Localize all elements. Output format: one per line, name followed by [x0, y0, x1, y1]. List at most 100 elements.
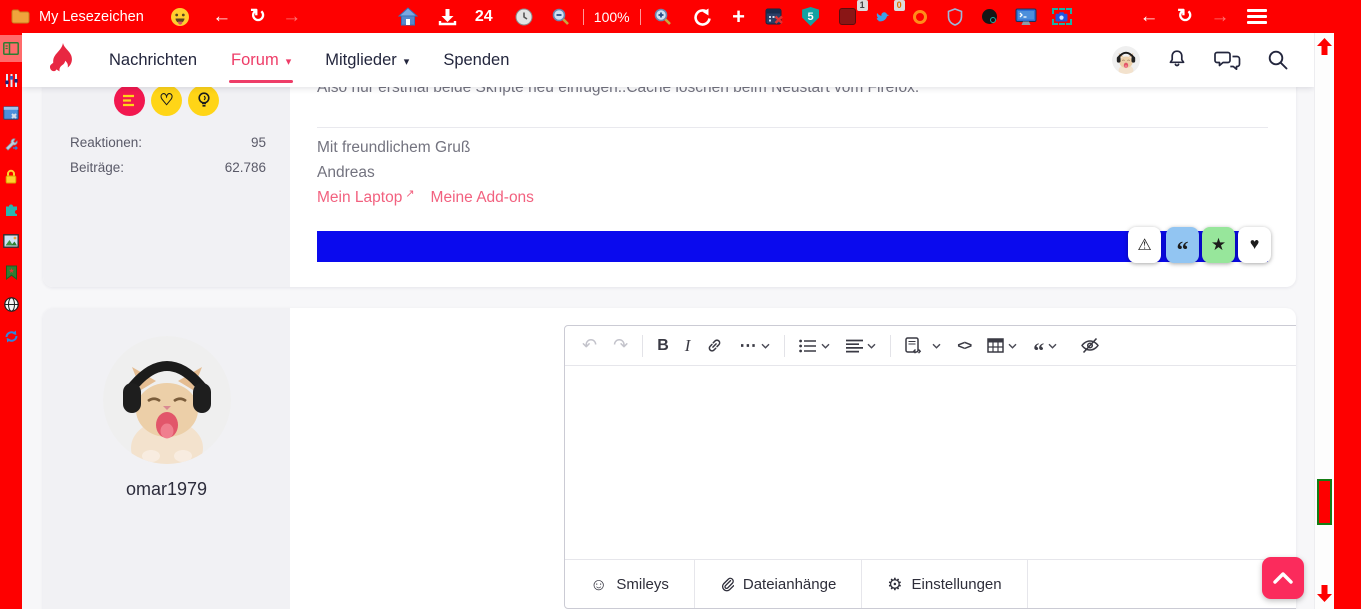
session-restore-icon[interactable]: [690, 3, 714, 31]
italic-icon: I: [684, 335, 691, 355]
forward-icon-right[interactable]: →: [1208, 3, 1232, 31]
reload-icon-right[interactable]: ↻: [1173, 3, 1197, 31]
page-scrollbar[interactable]: [1314, 33, 1334, 609]
inline-code-button[interactable]: <>: [950, 334, 978, 357]
privacy-possum-icon[interactable]: [978, 3, 1002, 31]
puzzle-addon-icon[interactable]: [0, 195, 22, 222]
tab-label: Einstellungen: [911, 575, 1002, 593]
redo-button[interactable]: ↷: [606, 331, 635, 360]
chevron-down-icon: [821, 343, 830, 349]
forum-navbar: Nachrichten Forum ▾ Mitglieder ▾ Spenden: [22, 33, 1314, 87]
post-author-panel: ♡ Reaktionen: 95 Beiträge: 62.786: [43, 73, 290, 287]
tab-count-label[interactable]: 24: [472, 3, 496, 31]
back-icon[interactable]: ←: [210, 3, 234, 31]
nav-item-mitglieder[interactable]: Mitglieder ▾: [325, 33, 409, 87]
notifications-bell-icon[interactable]: [1165, 48, 1189, 72]
nav-item-spenden[interactable]: Spenden: [443, 33, 509, 87]
conversations-icon[interactable]: [1214, 48, 1241, 72]
stat-row: Reaktionen: 95: [70, 135, 266, 150]
list-reaction-badge[interactable]: [114, 85, 145, 116]
menu-hamburger-icon[interactable]: [1245, 3, 1269, 31]
search-icon[interactable]: [1266, 48, 1290, 72]
link-mein-laptop[interactable]: Mein Laptop ↗: [317, 188, 415, 207]
align-icon: [846, 339, 864, 352]
site-logo-flame-icon[interactable]: [46, 42, 79, 79]
reload-icon[interactable]: ↻: [246, 3, 270, 31]
new-tab-plus-icon[interactable]: +: [727, 3, 751, 31]
scrollbar-down-arrow[interactable]: [1317, 585, 1332, 605]
clock-icon[interactable]: [512, 3, 536, 31]
blocker-badge: 1: [856, 0, 868, 11]
nav-item-nachrichten[interactable]: Nachrichten: [109, 33, 197, 87]
like-heart-button[interactable]: ♥: [1238, 227, 1271, 263]
zoom-out-icon[interactable]: [549, 3, 573, 31]
more-format-options-button[interactable]: ⋯: [732, 332, 777, 360]
globe-icon[interactable]: [0, 291, 22, 318]
zoom-in-icon[interactable]: [651, 3, 675, 31]
list-icon: [799, 339, 817, 352]
back-icon-right[interactable]: ←: [1137, 3, 1161, 31]
wrench-tool-icon[interactable]: [0, 131, 22, 158]
bold-button[interactable]: B: [650, 333, 676, 359]
scrollbar-thumb[interactable]: [1317, 479, 1332, 525]
scroll-to-top-button[interactable]: [1262, 557, 1304, 599]
italic-button[interactable]: I: [678, 332, 698, 360]
window-tools-icon[interactable]: [0, 99, 22, 126]
display-addon-icon[interactable]: [1014, 3, 1038, 31]
message-input[interactable]: [565, 366, 1296, 559]
image-icon[interactable]: [0, 227, 22, 254]
table-button[interactable]: [980, 334, 1024, 357]
quote-button[interactable]: “: [1166, 227, 1199, 263]
toolbar-separator: [784, 334, 786, 357]
nav-label: Nachrichten: [109, 50, 198, 69]
nav-item-forum[interactable]: Forum ▾: [229, 33, 294, 87]
list-button[interactable]: [792, 335, 837, 357]
editor-toolbar: ↶ ↷ B I ⋯ <> “: [565, 326, 1296, 366]
quote-icon: “: [1033, 337, 1045, 363]
lock-icon[interactable]: [0, 163, 22, 190]
reply-username[interactable]: omar1979: [43, 478, 290, 501]
download-icon[interactable]: [436, 3, 460, 31]
forward-icon[interactable]: →: [280, 3, 304, 31]
lightbulb-icon: [197, 92, 210, 107]
heart-reaction-badge[interactable]: ♡: [151, 85, 182, 116]
home-icon[interactable]: [396, 3, 420, 31]
user-avatar-large[interactable]: [103, 336, 231, 464]
alignment-button[interactable]: [839, 335, 883, 357]
scrollbar-up-arrow[interactable]: [1317, 38, 1332, 58]
lightbulb-reaction-badge[interactable]: [188, 85, 219, 116]
insert-template-button[interactable]: [898, 333, 948, 359]
link-meine-addons[interactable]: Meine Add-ons: [431, 189, 534, 207]
paperclip-icon: [721, 577, 734, 591]
quote-block-button[interactable]: “: [1026, 337, 1064, 363]
tab-einstellungen[interactable]: ⚙ Einstellungen: [862, 560, 1028, 608]
bookmark-star-icon[interactable]: ★: [0, 259, 22, 286]
tracker-shield-icon[interactable]: 5: [799, 3, 823, 31]
undo-button[interactable]: ↶: [575, 331, 604, 360]
author-stats: Reaktionen: 95 Beiträge: 62.786: [70, 135, 266, 185]
content-blocker-icon[interactable]: 1: [836, 0, 868, 31]
heart-icon: ♥: [1249, 236, 1260, 253]
bird-addon-icon[interactable]: 0: [873, 0, 905, 31]
emoji-bookmark-icon[interactable]: [168, 3, 192, 31]
user-avatar[interactable]: [1112, 46, 1140, 74]
link-button[interactable]: [699, 333, 730, 358]
svg-text:★: ★: [8, 267, 14, 275]
sync-refresh-icon[interactable]: [0, 323, 22, 350]
zoom-level-label[interactable]: 100%: [594, 3, 630, 31]
orange-ring-addon-icon[interactable]: [908, 3, 932, 31]
bookmarks-folder-label[interactable]: My Lesezeichen: [39, 9, 144, 25]
tab-smileys[interactable]: ☺ Smileys: [565, 560, 695, 608]
bold-icon: B: [657, 336, 669, 354]
calendar-close-icon[interactable]: [763, 3, 787, 31]
toggle-preview-button[interactable]: [1073, 333, 1107, 358]
sliders-settings-icon[interactable]: [0, 67, 22, 94]
chevron-up-icon: [1273, 572, 1293, 584]
report-button[interactable]: ⚠: [1128, 227, 1161, 263]
screenshot-icon[interactable]: [1050, 3, 1074, 31]
star-reaction-button[interactable]: ★: [1202, 227, 1235, 263]
signature-name: Andreas: [317, 164, 375, 181]
reader-sidebar-icon[interactable]: [0, 35, 22, 62]
tab-dateianhaenge[interactable]: Dateianhänge: [695, 560, 863, 608]
privacy-shield-icon[interactable]: [943, 3, 967, 31]
